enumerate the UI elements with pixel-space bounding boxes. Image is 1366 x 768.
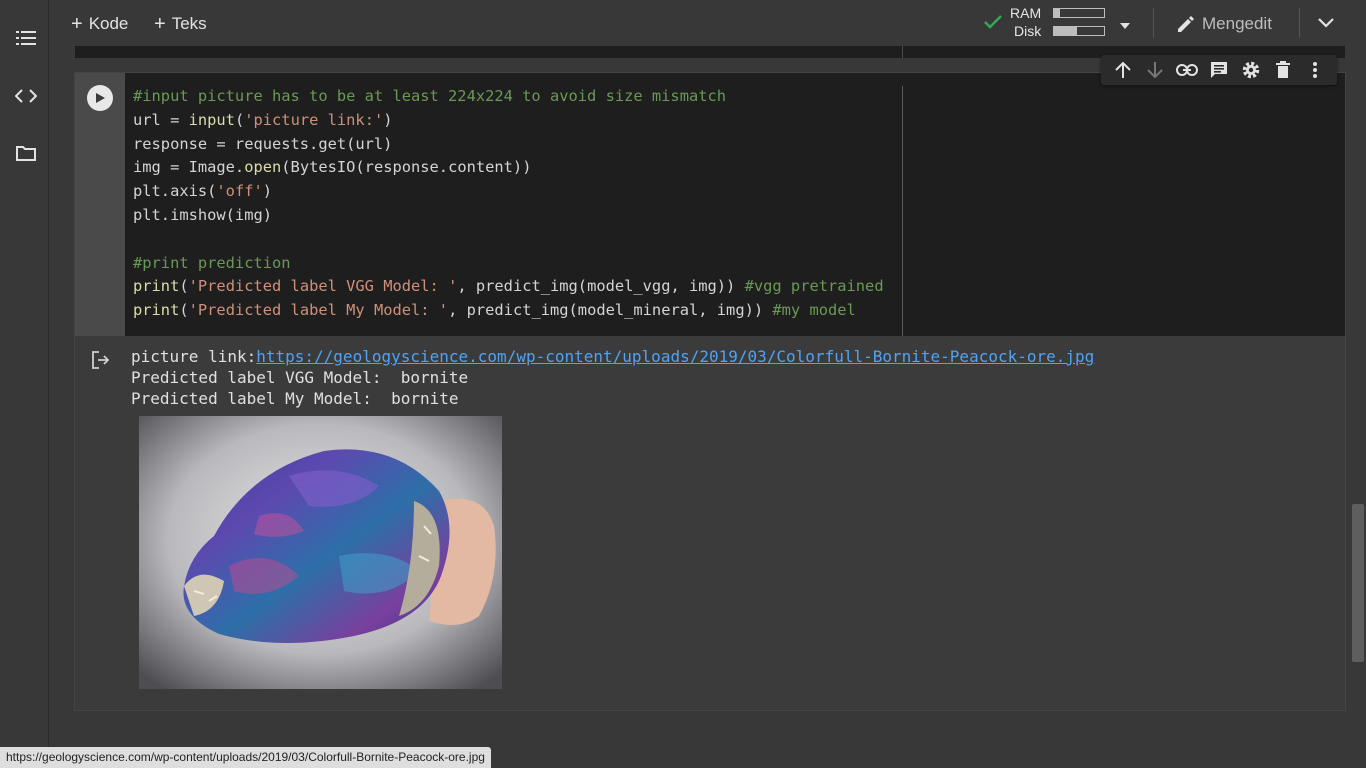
ram-bar — [1053, 8, 1105, 18]
code-line: #print prediction — [133, 253, 291, 272]
arrow-down-icon[interactable] — [1144, 59, 1166, 81]
code-line: img = Image.open(BytesIO(response.conten… — [133, 158, 532, 177]
plus-icon: + — [71, 13, 83, 35]
cell-toolbar — [1101, 55, 1337, 85]
code-line: plt.imshow(img) — [133, 205, 272, 224]
code-line: plt.axis('off') — [133, 182, 273, 201]
disk-bar-fill — [1054, 27, 1077, 35]
divider — [1299, 8, 1300, 38]
code-editor[interactable]: #input picture has to be at least 224x22… — [125, 73, 1345, 336]
clear-output-icon[interactable] — [90, 349, 112, 371]
output-line-my-model: Predicted label My Model: bornite — [131, 389, 459, 408]
code-line: #input picture has to be at least 224x22… — [133, 87, 727, 105]
editing-mode-button[interactable]: Mengedit — [1176, 12, 1272, 36]
status-url: https://geologyscience.com/wp-content/up… — [0, 747, 491, 768]
play-icon — [96, 93, 105, 103]
more-vert-icon[interactable] — [1304, 59, 1326, 81]
output-line-vgg: Predicted label VGG Model: bornite — [131, 368, 469, 387]
code-text: #input picture has to be at least 224x22… — [133, 85, 884, 323]
folder-icon[interactable] — [14, 141, 38, 165]
pencil-icon — [1178, 16, 1194, 32]
bornite-mineral-image — [139, 416, 502, 689]
arrow-up-icon[interactable] — [1112, 59, 1134, 81]
add-code-label: Kode — [88, 14, 129, 33]
check-icon — [984, 15, 1002, 29]
editor-ruler — [902, 86, 903, 336]
link-icon[interactable] — [1176, 59, 1198, 81]
image-link[interactable]: https://geologyscience.com/wp-content/up… — [256, 347, 1094, 366]
chevron-down-icon[interactable] — [1318, 16, 1334, 34]
code-line: print('Predicted label My Model: ', pred… — [133, 301, 856, 320]
scrollbar-thumb[interactable] — [1352, 504, 1364, 662]
left-rail — [0, 0, 49, 768]
code-line: response = requests.get(url) — [133, 134, 393, 153]
cell-gutter — [75, 73, 125, 336]
code-icon[interactable] — [14, 84, 38, 108]
divider — [1153, 8, 1154, 38]
disk-label: Disk — [1014, 23, 1042, 39]
resource-indicator[interactable]: RAM Disk — [983, 5, 1107, 41]
add-text-button[interactable]: + Teks — [154, 12, 207, 36]
add-text-label: Teks — [171, 14, 207, 33]
plus-icon: + — [154, 13, 166, 35]
ram-label: RAM — [1010, 5, 1042, 21]
comment-icon[interactable] — [1208, 59, 1230, 81]
editor-ruler — [902, 46, 903, 58]
cell-output: picture link:https://geologyscience.com/… — [131, 346, 1094, 409]
run-cell-button[interactable] — [87, 85, 113, 111]
editing-mode-label: Mengedit — [1202, 14, 1272, 33]
code-line: url = input('picture link:') — [133, 110, 393, 129]
trash-icon[interactable] — [1272, 59, 1294, 81]
top-toolbar: + Kode + Teks RAM Disk Mengedit — [49, 0, 1366, 46]
add-code-button[interactable]: + Kode — [71, 12, 128, 36]
code-line: print('Predicted label VGG Model: ', pre… — [133, 277, 884, 296]
gear-icon[interactable] — [1240, 59, 1262, 81]
ram-bar-fill — [1054, 9, 1060, 17]
list-icon[interactable] — [14, 26, 38, 50]
chevron-down-icon[interactable] — [1119, 17, 1131, 35]
disk-bar — [1053, 26, 1105, 36]
input-prompt: picture link: — [131, 347, 257, 366]
